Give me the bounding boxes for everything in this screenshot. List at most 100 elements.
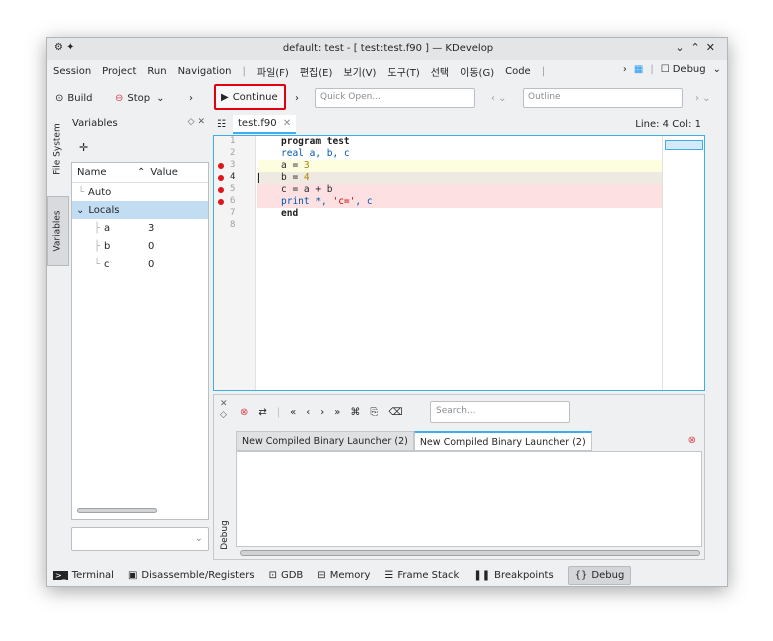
toolview-label: GDB (280, 569, 304, 581)
minimap[interactable] (662, 136, 704, 390)
window-controls[interactable]: ⌄⌃✕ (675, 41, 721, 54)
panel-title: Variables (72, 118, 118, 129)
horizontal-scrollbar[interactable] (240, 550, 700, 556)
column-name[interactable]: Name (77, 167, 137, 178)
separator: | (650, 64, 654, 75)
row-value: 3 (148, 222, 155, 234)
breakpoint-icon[interactable] (218, 175, 224, 181)
menu-view[interactable]: 보기(V) (343, 64, 376, 79)
stop-icon: ⊖ (115, 92, 124, 104)
breakpoint-icon[interactable] (218, 187, 224, 193)
add-watch-icon[interactable]: ✛ (79, 141, 88, 154)
menu-select[interactable]: 선택 (431, 64, 449, 79)
build-label: Build (67, 92, 93, 104)
previous-item-icon[interactable]: ‹ (306, 407, 310, 418)
grid-icon[interactable]: ▦ (634, 64, 643, 75)
file-system-label: File System (53, 123, 64, 175)
menu-session[interactable]: Session (53, 66, 91, 77)
stop-output-icon[interactable]: ⊗ (240, 407, 248, 418)
tree-row-locals[interactable]: ⌄ Locals (72, 201, 208, 219)
line-number-text: 1 (230, 136, 236, 146)
menu-file[interactable]: 파일(F) (257, 64, 289, 79)
chevron-right-icon[interactable]: › (623, 64, 627, 75)
continue-button[interactable]: ▶ Continue (214, 84, 286, 110)
variables-combo[interactable]: ⌄ (71, 527, 209, 551)
tab-variables[interactable]: Variables (47, 196, 69, 266)
title-bar: ⚙ ✦ default: test - [ test:test.f90 ] — … (47, 38, 727, 60)
chevron-down-icon[interactable]: ⌄ (156, 93, 164, 104)
menu-edit[interactable]: 편집(E) (300, 64, 333, 79)
first-item-icon[interactable]: « (290, 407, 296, 418)
toolview-frame-stack[interactable]: ☰ Frame Stack (384, 570, 459, 581)
toolview-breakpoints[interactable]: ❚❚ Breakpoints (473, 570, 553, 581)
output-search-input[interactable]: Search... (430, 401, 570, 423)
quick-open-input[interactable]: Quick Open... (315, 88, 475, 108)
tab-debug-side[interactable]: Debug (216, 513, 234, 557)
build-button[interactable]: ⊙ Build (55, 88, 93, 108)
tree-row-auto[interactable]: └ Auto (72, 183, 208, 201)
toolview-disassemble[interactable]: ▣ Disassemble/Registers (128, 570, 255, 581)
toolview-terminal[interactable]: >_ Terminal (53, 570, 114, 581)
editor-content[interactable]: 1 2 3 4 5 6 7 8 program test real a, b, … (213, 135, 705, 391)
collapse-icon[interactable]: ⌘ (350, 407, 360, 418)
more-actions-icon[interactable]: › ⌄ (695, 88, 711, 108)
output-tab-2[interactable]: New Compiled Binary Launcher (2) (413, 431, 592, 451)
tree-row-c[interactable]: └ c 0 (72, 255, 208, 273)
menu-code[interactable]: Code (505, 66, 531, 77)
chevron-down-icon[interactable]: ⌄ (713, 64, 721, 75)
row-value: 0 (148, 258, 155, 270)
last-item-icon[interactable]: » (334, 407, 340, 418)
toolview-gdb[interactable]: ⊡ GDB (269, 570, 304, 581)
editor-tab[interactable]: test.f90 ✕ (233, 115, 297, 134)
line-number-text: 7 (230, 208, 236, 218)
expand-chevron-icon[interactable]: ⌄ (76, 205, 84, 216)
output-view[interactable] (236, 451, 702, 547)
tree-row-b[interactable]: ├ b 0 (72, 237, 208, 255)
line-number-text: 4 (230, 172, 236, 182)
clear-icon[interactable]: ⌫ (388, 407, 402, 418)
tab-file-system[interactable]: File System (47, 114, 69, 184)
menu-run[interactable]: Run (147, 66, 166, 77)
chevron-right-icon[interactable]: › (189, 88, 193, 108)
terminal-icon: >_ (53, 570, 68, 580)
code-editor: ☷ test.f90 ✕ Line: 4 Col: 1 1 2 3 4 5 6 … (213, 113, 705, 391)
row-value: 0 (148, 240, 155, 252)
breakpoint-icon[interactable] (218, 163, 224, 169)
horizontal-scrollbar[interactable] (77, 508, 157, 513)
minimap-viewport[interactable] (665, 140, 703, 150)
menu-project[interactable]: Project (102, 66, 136, 77)
debug-area-button[interactable]: Debug (673, 64, 706, 75)
menu-navigation[interactable]: Navigation (178, 66, 232, 77)
code-line: b = 4 (281, 172, 310, 183)
panel-controls[interactable]: ◇ ✕ (188, 117, 205, 127)
output-tab-1[interactable]: New Compiled Binary Launcher (2) (236, 431, 414, 451)
close-tab-icon[interactable]: ⊗ (688, 435, 696, 446)
tree-branch-line: ├ (94, 240, 101, 252)
line-number: 6 (214, 196, 256, 208)
column-value[interactable]: Value (150, 167, 177, 178)
menu-goto[interactable]: 이동(G) (460, 64, 494, 79)
panel-controls[interactable]: ✕ ◇ (220, 399, 228, 421)
toolview-debug[interactable]: {} Debug (567, 565, 632, 585)
next-item-icon[interactable]: › (320, 407, 324, 418)
nav-back-icon[interactable]: ‹ ⌄ (491, 88, 507, 108)
tree-row-a[interactable]: ├ a 3 (72, 219, 208, 237)
filter-icon[interactable]: ⇄ (258, 407, 266, 418)
toolview-label: Memory (329, 569, 371, 581)
outline-input[interactable]: Outline (523, 88, 683, 108)
menu-tools[interactable]: 도구(T) (387, 64, 419, 79)
play-icon: ▶ (221, 91, 229, 103)
line-number: 7 (214, 208, 256, 220)
cursor-position: Line: 4 Col: 1 (635, 119, 701, 130)
close-icon[interactable]: ✕ (283, 118, 291, 129)
row-name: c (104, 258, 110, 270)
toolview-memory[interactable]: ⊟ Memory (317, 570, 370, 581)
chevron-right-icon[interactable]: › (295, 88, 299, 108)
copy-icon[interactable]: ⎘ (370, 407, 378, 418)
tab-list-icon[interactable]: ☷ (217, 119, 226, 130)
window-title: default: test - [ test:test.f90 ] — KDev… (282, 43, 494, 54)
stop-button[interactable]: ⊖ Stop ⌄ (115, 88, 165, 108)
variables-tree[interactable]: Name ⌃ Value └ Auto ⌄ Locals ├ a 3 ├ b 0 (71, 162, 209, 520)
debug-side-label: Debug (220, 520, 231, 550)
breakpoint-icon[interactable] (218, 199, 224, 205)
